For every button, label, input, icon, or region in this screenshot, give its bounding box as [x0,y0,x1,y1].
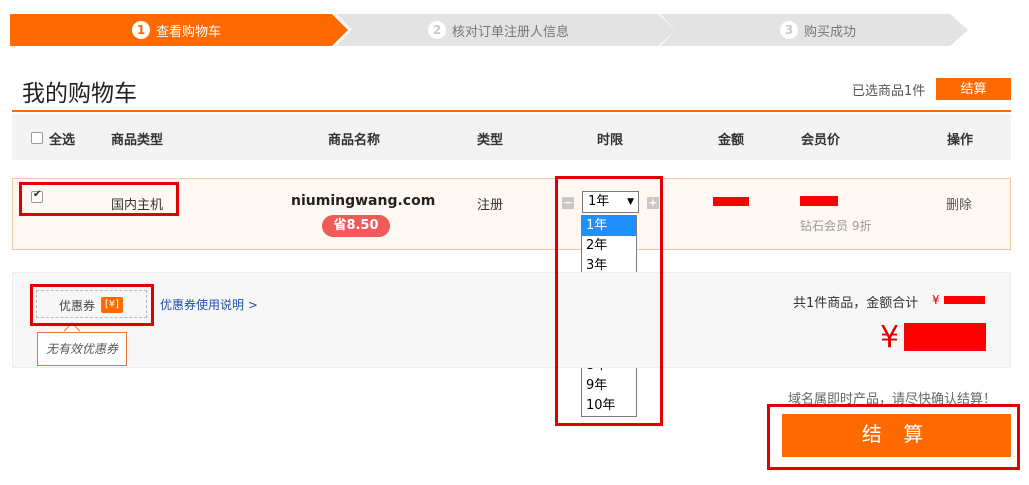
step-number: 2 [428,21,446,39]
selected-count: 已选商品1件 [852,84,926,99]
column-duration: 时限 [597,133,624,148]
coupon-help-link[interactable]: 优惠券使用说明 > [160,296,258,313]
total-original-redacted [944,296,985,304]
step-confirm-order: 2 核对订单注册人信息 [336,14,676,46]
coupon-tooltip: 无有效优惠券 [37,332,127,366]
currency-symbol-small: ¥ [932,293,940,307]
domain-name: niumingwang.com [291,193,436,209]
member-discount-note: 钻石会员 9折 [800,219,872,233]
column-product-type: 商品类型 [111,133,164,148]
column-actions: 操作 [947,133,974,148]
savings-badge: 省8.50 [322,215,390,237]
select-all-checkbox[interactable] [31,132,43,144]
step-label: 查看购物车 [156,24,222,40]
column-amount: 金额 [718,133,745,148]
total-summary: 共1件商品，金额合计 [793,296,919,311]
coupon-summary-panel [12,272,1011,368]
delete-link[interactable]: 删除 [946,194,972,213]
highlight-box-checkout [767,404,1020,470]
checkout-button-top[interactable]: 结算 [936,78,1011,100]
page-title: 我的购物车 [22,81,137,107]
amount-redacted [713,197,749,206]
step-view-cart: 1 查看购物车 [10,14,348,46]
highlight-box-coupon [30,284,154,326]
select-all-label: 全选 [49,133,76,148]
registration-type: 注册 [477,198,504,213]
table-header: 全选 商品类型 商品名称 类型 时限 金额 会员价 操作 [12,114,1011,160]
member-price-redacted [800,196,838,206]
step-number: 1 [132,21,150,39]
step-label: 核对订单注册人信息 [452,24,570,40]
step-label: 购买成功 [804,24,857,40]
column-type: 类型 [477,133,504,148]
highlight-box-duration [555,176,663,426]
column-product-name: 商品名称 [328,133,381,148]
step-purchase-success: 3 购买成功 [660,14,968,46]
column-member-price: 会员价 [801,133,841,148]
highlight-box-product [19,182,179,216]
step-number: 3 [780,21,798,39]
title-divider [12,110,1011,112]
total-price-redacted [904,323,986,351]
currency-symbol: ¥ [880,320,900,355]
